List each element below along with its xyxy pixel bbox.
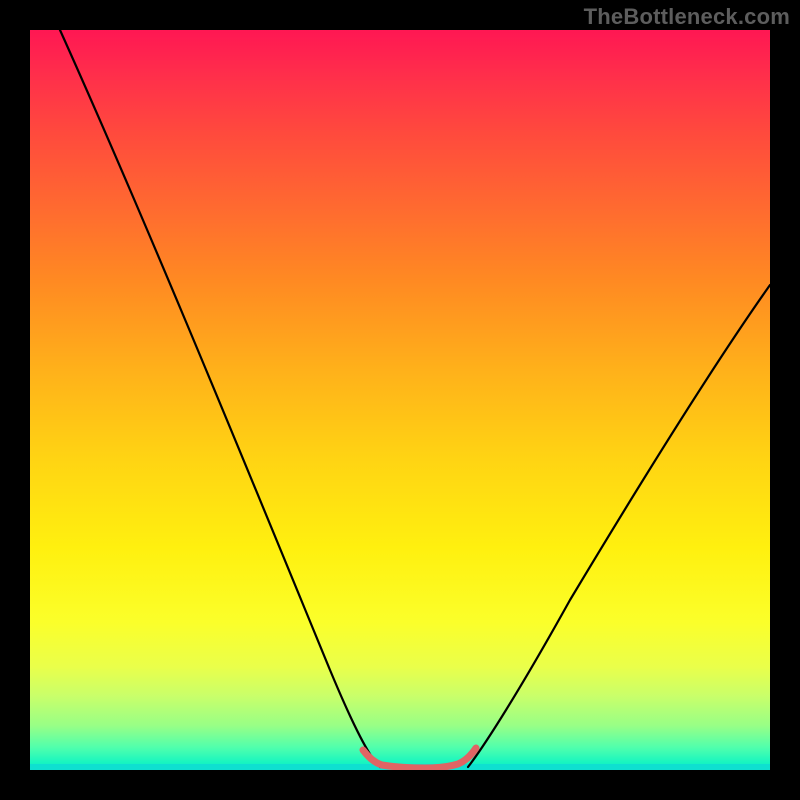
watermark-text: TheBottleneck.com [584, 4, 790, 30]
curve-layer [30, 30, 770, 770]
left-branch-curve [60, 30, 380, 767]
valley-floor-marker [363, 748, 476, 768]
plot-area [30, 30, 770, 770]
chart-frame: TheBottleneck.com [0, 0, 800, 800]
right-branch-curve [468, 285, 770, 767]
